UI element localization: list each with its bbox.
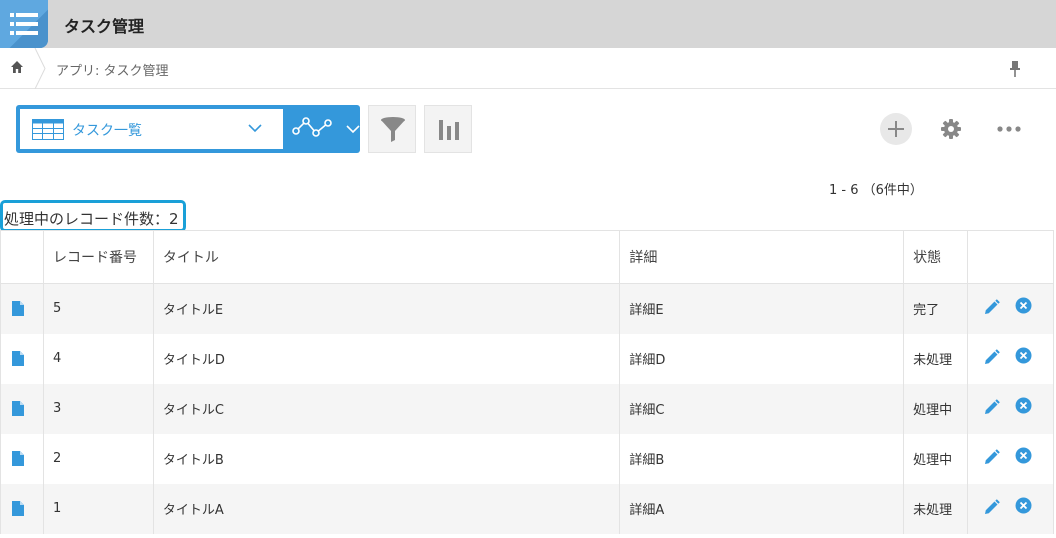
cell-title: タイトルA: [152, 483, 620, 534]
pagination-info: 1 - 6 （6件中）: [829, 183, 923, 198]
table-row: 3 タイトルC 詳細C 処理中: [0, 383, 1054, 434]
cell-title: タイトルE: [152, 283, 620, 334]
app-header: タスク管理: [0, 0, 1056, 48]
cell-detail: 詳細B: [619, 433, 904, 484]
cell-record-number: 5: [42, 283, 154, 334]
home-button[interactable]: [0, 48, 36, 89]
pin-button[interactable]: [1004, 58, 1026, 80]
view-selector: タスク一覧: [16, 105, 360, 153]
view-dropdown[interactable]: タスク一覧: [20, 109, 283, 149]
chevron-down-icon: [346, 125, 360, 134]
close-circle-icon[interactable]: [1015, 497, 1032, 514]
settings-button[interactable]: [935, 113, 967, 145]
bar-chart-icon: [439, 120, 459, 140]
record-table: レコード番号 タイトル 詳細 状態 5 タイトルE 詳細E 完了 4 タイトルD…: [0, 230, 1054, 534]
cell-status: 完了: [903, 283, 968, 334]
add-record-button[interactable]: [880, 113, 912, 145]
cell-status: 処理中: [903, 433, 968, 484]
home-icon: [11, 61, 23, 73]
close-circle-icon[interactable]: [1015, 397, 1032, 414]
table-row: 1 タイトルA 詳細A 未処理: [0, 483, 1054, 534]
column-header-title[interactable]: タイトル: [152, 230, 620, 284]
cell-actions: [967, 483, 1054, 534]
cell-detail: 詳細E: [619, 283, 904, 334]
document-icon: [12, 301, 24, 317]
close-circle-icon[interactable]: [1015, 297, 1032, 314]
gear-icon: [941, 119, 961, 139]
graph-button[interactable]: [424, 105, 472, 153]
graph-icon: [292, 117, 332, 137]
cell-record-number: 3: [42, 383, 154, 434]
row-detail-link[interactable]: [0, 333, 44, 384]
cell-title: タイトルC: [152, 383, 620, 434]
graph-menu-button[interactable]: [283, 105, 360, 153]
app-icon[interactable]: [0, 0, 48, 48]
cell-actions: [967, 383, 1054, 434]
cell-actions: [967, 433, 1054, 484]
document-icon: [12, 401, 24, 416]
row-detail-link[interactable]: [0, 433, 44, 484]
cell-status: 処理中: [903, 383, 968, 434]
plus-icon: [888, 121, 904, 137]
cell-detail: 詳細A: [619, 483, 904, 534]
pencil-icon[interactable]: [983, 448, 1000, 466]
table-header-row: レコード番号 タイトル 詳細 状態: [0, 230, 1054, 284]
row-detail-link[interactable]: [0, 283, 44, 334]
chevron-down-icon: [248, 124, 262, 133]
pencil-icon[interactable]: [983, 348, 1000, 366]
pencil-icon[interactable]: [983, 298, 1000, 316]
breadcrumb-app-link[interactable]: アプリ: タスク管理: [56, 60, 169, 79]
close-circle-icon[interactable]: [1015, 447, 1032, 464]
document-icon: [12, 351, 24, 366]
pencil-icon[interactable]: [983, 498, 1000, 516]
cell-record-number: 2: [42, 433, 154, 484]
document-icon: [12, 451, 24, 466]
filter-button[interactable]: [368, 105, 416, 153]
table-row: 2 タイトルB 詳細B 処理中: [0, 433, 1054, 484]
more-icon: [997, 126, 1021, 132]
column-header-status[interactable]: 状態: [903, 230, 968, 284]
cell-detail: 詳細C: [619, 383, 904, 434]
more-options-button[interactable]: [991, 113, 1023, 145]
cell-status: 未処理: [903, 483, 968, 534]
header-actions-cell: [967, 230, 1054, 284]
row-detail-link[interactable]: [0, 483, 44, 534]
column-header-detail[interactable]: 詳細: [619, 230, 904, 284]
cell-actions: [967, 333, 1054, 384]
app-title: タスク管理: [64, 17, 145, 36]
filter-icon: [381, 117, 405, 142]
cell-title: タイトルD: [152, 333, 620, 384]
cell-record-number: 4: [42, 333, 154, 384]
view-name: タスク一覧: [72, 123, 142, 139]
table-row: 4 タイトルD 詳細D 未処理: [0, 333, 1054, 384]
header-icon-cell: [0, 230, 44, 284]
breadcrumb-separator: [34, 48, 46, 89]
table-icon: [32, 119, 64, 140]
cell-actions: [967, 283, 1054, 334]
cell-detail: 詳細D: [619, 333, 904, 384]
close-circle-icon[interactable]: [1015, 347, 1032, 364]
row-detail-link[interactable]: [0, 383, 44, 434]
column-header-record-number[interactable]: レコード番号: [42, 230, 154, 284]
table-row: 5 タイトルE 詳細E 完了: [0, 283, 1054, 334]
cell-title: タイトルB: [152, 433, 620, 484]
pin-icon: [1010, 61, 1020, 77]
breadcrumb: アプリ: タスク管理: [0, 48, 1056, 89]
document-icon: [12, 501, 24, 516]
processing-count-label: 処理中のレコード件数：2: [0, 200, 186, 232]
cell-status: 未処理: [903, 333, 968, 384]
list-icon: [10, 13, 38, 35]
cell-record-number: 1: [42, 483, 154, 534]
pencil-icon[interactable]: [983, 398, 1000, 416]
